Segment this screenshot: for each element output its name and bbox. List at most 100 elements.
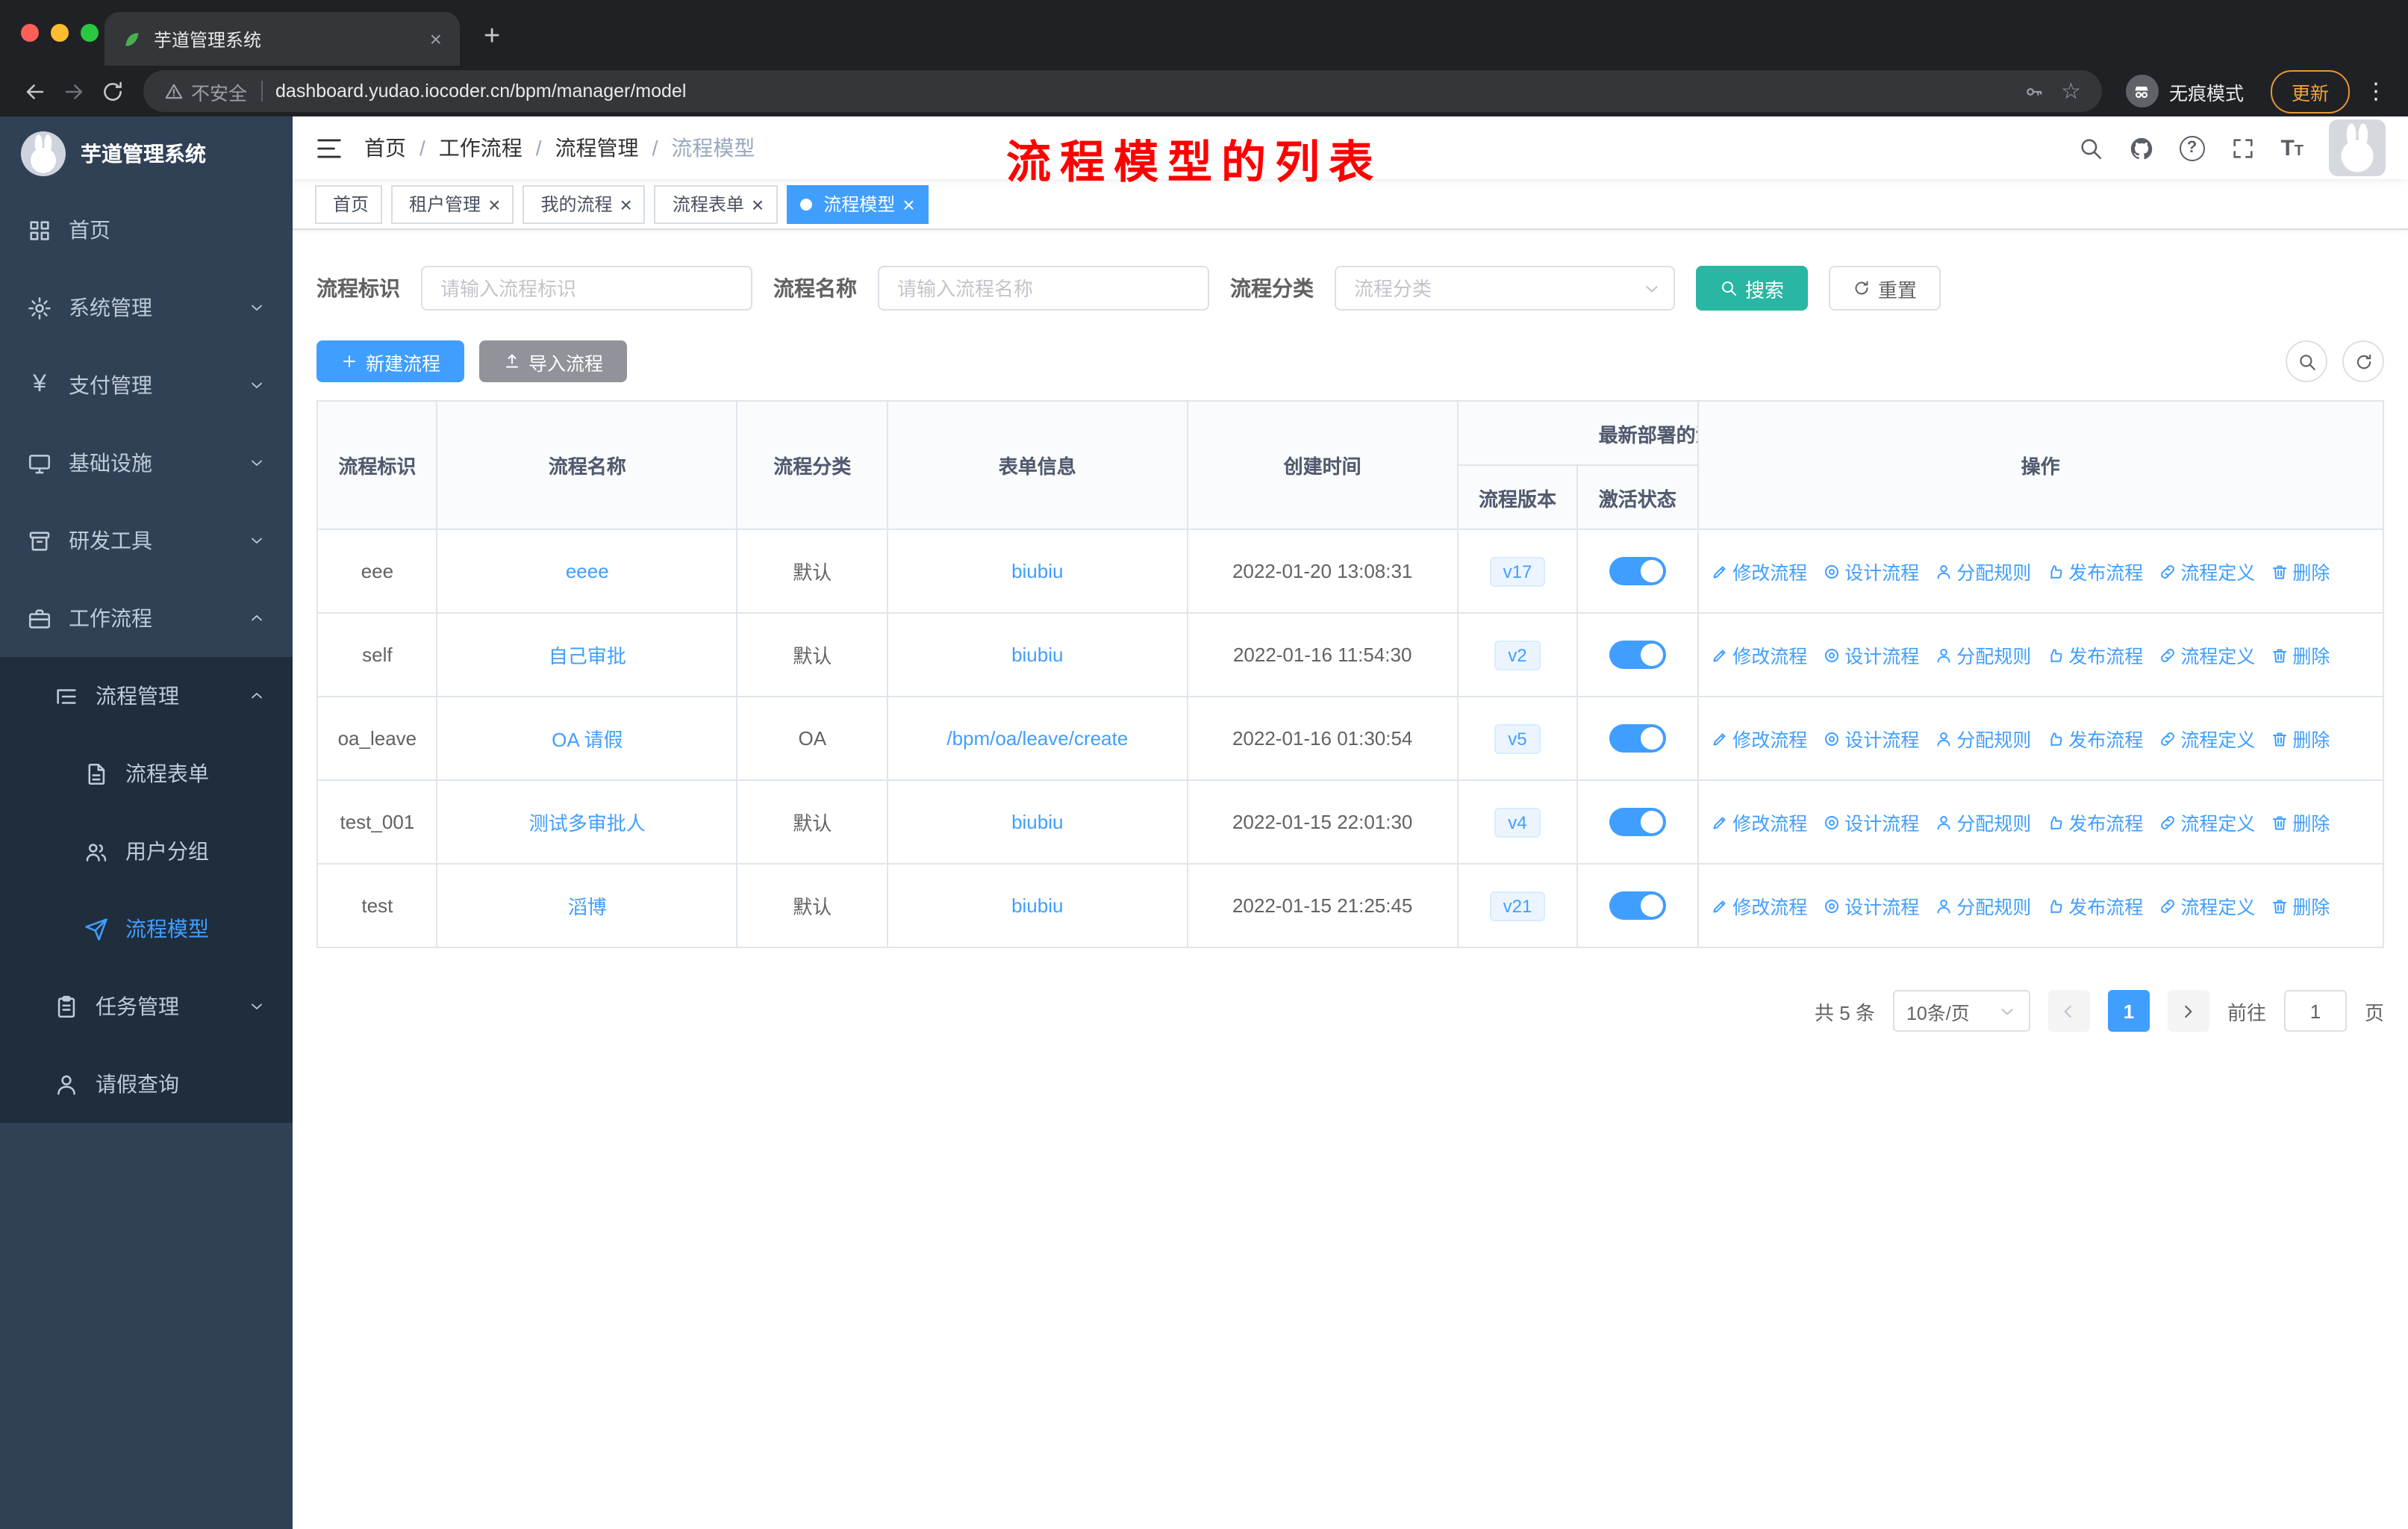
action-process-definition[interactable]: 流程定义 <box>2158 724 2255 753</box>
action-delete[interactable]: 删除 <box>2270 891 2330 920</box>
browser-update-button[interactable]: 更新 <box>2270 69 2350 113</box>
tag-close-icon[interactable]: × <box>488 193 500 214</box>
security-indicator[interactable]: 不安全 <box>164 77 247 105</box>
action-publish-process[interactable]: 发布流程 <box>2046 891 2143 920</box>
browser-menu-icon[interactable]: ⋮ <box>2359 78 2393 105</box>
page-number-button[interactable]: 1 <box>2107 990 2150 1032</box>
process-name-link[interactable]: eeee <box>566 560 609 582</box>
action-design-process[interactable]: 设计流程 <box>1822 557 1919 585</box>
action-delete[interactable]: 删除 <box>2270 557 2330 585</box>
app-logo[interactable]: 芋道管理系统 <box>0 116 293 191</box>
sidebar-item-workflow[interactable]: 工作流程 <box>0 579 293 657</box>
hamburger-icon[interactable] <box>315 134 343 162</box>
close-window-button[interactable] <box>21 24 39 42</box>
process-name-input[interactable] <box>878 266 1209 311</box>
github-icon[interactable] <box>2128 135 2153 161</box>
tag-close-icon[interactable]: × <box>902 193 914 214</box>
url-bar[interactable]: 不安全 dashboard.yudao.iocoder.cn/bpm/manag… <box>143 70 2102 112</box>
fullscreen-icon[interactable] <box>2230 135 2255 161</box>
page-size-select[interactable]: 10条/页 <box>1892 990 2030 1032</box>
tab-close-icon[interactable]: × <box>430 28 442 49</box>
sidebar-item-leave-query[interactable]: 请假查询 <box>0 1045 293 1123</box>
active-toggle[interactable] <box>1609 641 1666 669</box>
next-page-button[interactable] <box>2167 990 2209 1032</box>
action-design-process[interactable]: 设计流程 <box>1822 641 1919 669</box>
form-info-link[interactable]: biubiu <box>1011 644 1063 666</box>
action-assign-rule[interactable]: 分配规则 <box>1934 641 2031 669</box>
process-name-link[interactable]: OA 请假 <box>552 729 623 751</box>
tag-tenant-mgmt[interactable]: 租户管理 × <box>391 184 514 223</box>
sidebar-item-system-mgmt[interactable]: 系统管理 <box>0 269 293 346</box>
form-info-link[interactable]: biubiu <box>1011 560 1063 582</box>
prev-page-button[interactable] <box>2047 990 2090 1032</box>
action-assign-rule[interactable]: 分配规则 <box>1934 808 2031 836</box>
action-delete[interactable]: 删除 <box>2270 641 2330 669</box>
search-button[interactable]: 搜索 <box>1696 266 1809 311</box>
minimize-window-button[interactable] <box>51 24 69 42</box>
back-button[interactable] <box>15 72 54 110</box>
action-process-definition[interactable]: 流程定义 <box>2158 808 2255 836</box>
browser-tab[interactable]: 芋道管理系统 × <box>105 12 460 66</box>
active-toggle[interactable] <box>1609 724 1666 753</box>
sidebar-item-payment-mgmt[interactable]: ¥ 支付管理 <box>0 346 293 424</box>
action-design-process[interactable]: 设计流程 <box>1822 891 1919 920</box>
process-name-link[interactable]: 测试多审批人 <box>529 812 646 835</box>
action-delete[interactable]: 删除 <box>2270 724 2330 753</box>
action-publish-process[interactable]: 发布流程 <box>2046 724 2143 753</box>
breadcrumb-home[interactable]: 首页 <box>364 133 406 163</box>
action-edit-process[interactable]: 修改流程 <box>1710 557 1807 585</box>
sidebar-item-process-mgmt[interactable]: 流程管理 <box>0 657 293 735</box>
sidebar-item-process-form[interactable]: 流程表单 <box>0 735 293 812</box>
form-info-link[interactable]: /bpm/oa/leave/create <box>946 727 1128 750</box>
form-info-link[interactable]: biubiu <box>1011 811 1063 833</box>
process-id-input[interactable] <box>421 266 752 311</box>
reload-button[interactable] <box>93 72 131 110</box>
action-publish-process[interactable]: 发布流程 <box>2046 808 2143 836</box>
action-design-process[interactable]: 设计流程 <box>1822 724 1919 753</box>
action-assign-rule[interactable]: 分配规则 <box>1934 891 2031 920</box>
action-edit-process[interactable]: 修改流程 <box>1710 641 1807 669</box>
new-tab-button[interactable]: + <box>484 21 500 54</box>
sidebar-item-task-mgmt[interactable]: 任务管理 <box>0 968 293 1045</box>
category-select-input[interactable] <box>1335 266 1675 311</box>
process-name-link[interactable]: 自己审批 <box>549 645 626 667</box>
action-process-definition[interactable]: 流程定义 <box>2158 641 2255 669</box>
tag-process-model[interactable]: 流程模型 × <box>786 184 929 223</box>
sidebar-item-infrastructure[interactable]: 基础设施 <box>0 424 293 502</box>
sidebar-item-dev-tools[interactable]: 研发工具 <box>0 502 293 579</box>
active-toggle[interactable] <box>1609 891 1666 920</box>
action-assign-rule[interactable]: 分配规则 <box>1934 557 2031 585</box>
refresh-table-button[interactable] <box>2342 340 2384 382</box>
action-publish-process[interactable]: 发布流程 <box>2046 641 2143 669</box>
action-design-process[interactable]: 设计流程 <box>1822 808 1919 836</box>
tag-process-form[interactable]: 流程表单 × <box>654 184 778 223</box>
bookmark-star-icon[interactable]: ☆ <box>2061 78 2081 105</box>
password-key-icon[interactable] <box>2024 81 2043 101</box>
action-publish-process[interactable]: 发布流程 <box>2046 557 2143 585</box>
forward-button[interactable] <box>54 72 93 110</box>
tag-close-icon[interactable]: × <box>752 193 764 214</box>
form-info-link[interactable]: biubiu <box>1011 894 1063 917</box>
process-name-link[interactable]: 滔博 <box>568 896 607 918</box>
breadcrumb-process-mgmt[interactable]: 流程管理 <box>555 133 639 163</box>
action-edit-process[interactable]: 修改流程 <box>1710 891 1807 920</box>
sidebar-item-process-model[interactable]: 流程模型 <box>0 890 293 968</box>
action-delete[interactable]: 删除 <box>2270 808 2330 836</box>
toggle-search-button[interactable] <box>2286 340 2327 382</box>
action-edit-process[interactable]: 修改流程 <box>1710 808 1807 836</box>
tag-home[interactable]: 首页 <box>315 184 383 223</box>
create-process-button[interactable]: 新建流程 <box>316 340 465 382</box>
font-size-icon[interactable]: TT <box>2280 135 2303 161</box>
action-edit-process[interactable]: 修改流程 <box>1710 724 1807 753</box>
search-icon[interactable] <box>2077 135 2103 161</box>
goto-page-input[interactable] <box>2283 990 2347 1032</box>
action-process-definition[interactable]: 流程定义 <box>2158 891 2255 920</box>
import-process-button[interactable]: 导入流程 <box>479 340 628 382</box>
reset-button[interactable]: 重置 <box>1829 266 1941 311</box>
action-assign-rule[interactable]: 分配规则 <box>1934 724 2031 753</box>
help-icon[interactable]: ? <box>2179 135 2205 161</box>
sidebar-item-home[interactable]: 首页 <box>0 191 293 269</box>
active-toggle[interactable] <box>1609 557 1666 585</box>
category-select[interactable] <box>1335 266 1675 311</box>
tag-my-process[interactable]: 我的流程 × <box>523 184 646 223</box>
